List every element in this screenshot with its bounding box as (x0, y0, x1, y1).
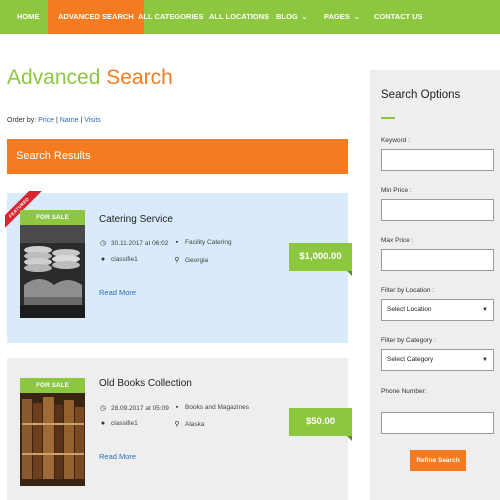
user-icon: ● (100, 256, 106, 263)
listing-date: ◷ 28.09.2017 at 05:09 (99, 404, 169, 413)
map-pin-icon: ⚲ (174, 257, 180, 264)
listing-category-link[interactable]: Books and Magazines (185, 404, 249, 411)
category-filter-label: Filter by Category : (381, 337, 436, 344)
listing-date-text: 28.09.2017 at 05:09 (111, 404, 169, 412)
listing-location-link[interactable]: Alaska (185, 421, 205, 428)
order-by-prefix: Order by: (7, 117, 39, 124)
listing-title[interactable]: Old Books Collection (99, 378, 192, 389)
nav-contact-us[interactable]: CONTACT US (374, 0, 423, 34)
price-tag: $50.00 (289, 408, 352, 441)
order-by-name-link[interactable]: Name (60, 117, 79, 124)
listing-author-link[interactable]: classifie1 (111, 420, 138, 427)
listing-image-books[interactable] (20, 393, 85, 486)
order-by-visits-link[interactable]: Visits (84, 117, 101, 124)
min-price-input[interactable] (381, 199, 494, 221)
sidebar-title-underline (381, 117, 395, 119)
listing-card: FOR SALE Old Books Collection ◷ 28.09.201… (7, 358, 352, 500)
user-icon: ● (100, 420, 106, 427)
folder-icon: ▪ (175, 404, 179, 411)
nav-all-locations[interactable]: ALL LOCATIONS (209, 0, 269, 34)
listing-date-text: 30.11.2017 at 06:02 (111, 239, 169, 247)
nav-home[interactable]: HOME (17, 0, 40, 34)
nav-pages-label: PAGES (324, 12, 350, 21)
listing-author: ● classifie1 (99, 256, 138, 263)
read-more-link[interactable]: Read More (99, 452, 136, 461)
order-by: Order by: Price | Name | Visits (7, 117, 101, 124)
dropdown-arrow-icon: ▼ (482, 307, 488, 313)
price-tag-fold (347, 436, 352, 441)
location-select[interactable]: Select Location ▼ (381, 299, 494, 321)
price-tag: $1,000.00 (289, 243, 352, 276)
location-select-value: Select Location (387, 306, 432, 313)
price-value: $50.00 (305, 416, 336, 427)
top-navigation: HOME ADVANCED SEARCH ALL CATEGORIES ALL … (0, 0, 500, 34)
listing-location: ⚲ Alaska (173, 420, 205, 429)
location-filter-label: Filter by Location : (381, 287, 435, 294)
nav-advanced-search[interactable]: ADVANCED SEARCH (48, 0, 144, 34)
listing-date: ◷ 30.11.2017 at 06:02 (99, 239, 169, 248)
clock-icon: ◷ (99, 405, 107, 412)
chevron-down-icon: ⌄ (301, 14, 308, 21)
listing-location-link[interactable]: Georgia (185, 257, 208, 264)
dropdown-arrow-icon: ▼ (482, 357, 488, 363)
page-title-part1: Advanced (7, 66, 101, 89)
catering-photo (20, 225, 85, 318)
page-title: Advanced Search (7, 66, 173, 90)
for-sale-badge: FOR SALE (20, 210, 85, 225)
for-sale-badge: FOR SALE (20, 378, 85, 393)
listing-author: ● classifie1 (99, 420, 138, 427)
category-select[interactable]: Select Category ▼ (381, 349, 494, 371)
nav-blog-label: BLOG (276, 12, 298, 21)
listing-image-catering[interactable] (20, 225, 85, 318)
listing-title[interactable]: Catering Service (99, 214, 173, 225)
chevron-down-icon: ⌄ (353, 14, 360, 21)
listing-location: ⚲ Georgia (173, 256, 208, 265)
sidebar-title: Search Options (381, 89, 461, 101)
price-value: $1,000.00 (299, 251, 342, 262)
nav-pages[interactable]: PAGES ⌄ (324, 0, 360, 34)
price-tag-fold (347, 271, 352, 276)
keyword-label: Keyword : (381, 137, 410, 144)
listing-category: ▪ Facility Catering (173, 239, 232, 246)
listing-category: ▪ Books and Magazines (173, 404, 249, 411)
min-price-label: Min Price : (381, 187, 412, 194)
search-results-header: Search Results (7, 139, 348, 174)
phone-number-input[interactable] (381, 412, 494, 434)
search-options-sidebar: Search Options Keyword : Min Price : Max… (370, 70, 500, 500)
nav-all-categories[interactable]: ALL CATEGORIES (138, 0, 204, 34)
clock-icon: ◷ (99, 240, 107, 247)
nav-blog[interactable]: BLOG ⌄ (276, 0, 308, 34)
order-by-price-link[interactable]: Price (38, 117, 54, 124)
category-select-value: Select Category (387, 356, 434, 363)
folder-icon: ▪ (175, 239, 179, 246)
page-title-part2: Search (106, 66, 173, 89)
keyword-input[interactable] (381, 149, 494, 171)
books-photo (20, 393, 85, 486)
refine-search-button[interactable]: Refine Search (410, 450, 466, 471)
listing-category-link[interactable]: Facility Catering (185, 239, 232, 246)
map-pin-icon: ⚲ (174, 421, 180, 428)
phone-number-label: Phone Number: (381, 388, 427, 395)
listing-author-link[interactable]: classifie1 (111, 256, 138, 263)
read-more-link[interactable]: Read More (99, 288, 136, 297)
max-price-label: Max Price : (381, 237, 414, 244)
listing-card: FEATURED FOR SALE Catering Service ◷ 30.1… (5, 191, 352, 343)
max-price-input[interactable] (381, 249, 494, 271)
